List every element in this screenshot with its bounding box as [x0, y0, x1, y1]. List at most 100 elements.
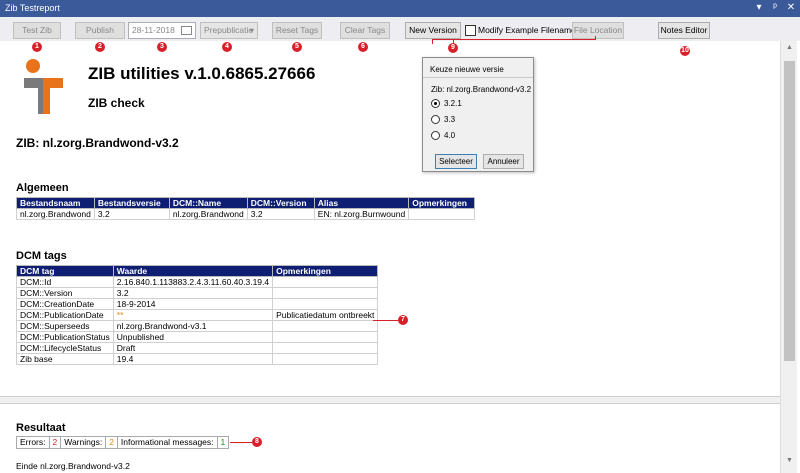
table-cell: DCM::Id — [16, 276, 114, 288]
publication-status-select[interactable]: Prepublicatie ▾ — [200, 22, 258, 39]
table-cell: 3.2 — [112, 287, 274, 299]
version-option-label: 3.2.1 — [444, 99, 462, 108]
table-row: DCM::PublicationDate ** Publicatiedatum … — [16, 309, 379, 321]
column-header: Waarde — [112, 265, 274, 277]
algemeen-table: Bestandsnaam Bestandsversie DCM::Name DC… — [16, 197, 476, 220]
calendar-icon[interactable] — [181, 26, 192, 35]
table-cell: 2.16.840.1.113883.2.4.3.11.60.40.3.19.4 — [112, 276, 274, 288]
dcm-tags-heading: DCM tags — [16, 250, 67, 262]
table-cell — [272, 276, 379, 288]
modify-example-filename-checkbox[interactable] — [465, 25, 476, 36]
table-cell: DCM::LifecycleStatus — [16, 342, 114, 354]
report-title: ZIB utilities v.1.0.6865.27666 — [88, 64, 316, 83]
dialog-title: Keuze nieuwe versie — [430, 65, 504, 74]
publication-date-value: 28-11-2018 — [132, 25, 175, 35]
table-cell: 3.2 — [93, 208, 170, 220]
close-icon[interactable]: ✕ — [784, 1, 798, 15]
table-cell: DCM::CreationDate — [16, 298, 114, 310]
scrollbar-thumb[interactable] — [784, 61, 795, 361]
table-cell: 19.4 — [112, 353, 274, 365]
callout-marker-4: 4 — [222, 42, 232, 52]
callout-marker-9: 9 — [448, 43, 458, 53]
table-cell-warning: ** — [112, 309, 274, 321]
table-row: DCM::Version 3.2 — [16, 287, 379, 299]
algemeen-heading: Algemeen — [16, 182, 69, 194]
table-row: Zib base 19.4 — [16, 353, 379, 365]
window-title: Zib Testreport — [5, 3, 60, 13]
table-cell: DCM::PublicationStatus — [16, 331, 114, 343]
logo-icon — [24, 59, 63, 114]
new-version-dialog: Keuze nieuwe versie Zib: nl.zorg.Brandwo… — [422, 57, 534, 172]
publish-button[interactable]: Publish — [75, 22, 125, 39]
table-row: DCM::LifecycleStatus Draft — [16, 342, 379, 354]
errors-count: 2 — [50, 437, 62, 448]
callout-line — [230, 442, 252, 443]
reset-tags-button[interactable]: Reset Tags — [272, 22, 322, 39]
clear-tags-button[interactable]: Clear Tags — [340, 22, 390, 39]
table-cell: Zib base — [16, 353, 114, 365]
table-cell — [272, 287, 379, 299]
callout-marker-8: 8 — [252, 437, 262, 447]
table-cell — [272, 353, 379, 365]
table-row: DCM::CreationDate 18-9-2014 — [16, 298, 379, 310]
table-cell — [272, 298, 379, 310]
table-cell: nl.zorg.Brandwond — [168, 208, 248, 220]
cancel-button[interactable]: Annuleer — [483, 154, 524, 169]
version-radio-3-3[interactable] — [431, 115, 440, 124]
file-location-button[interactable]: File Location — [572, 22, 624, 39]
scroll-down-icon[interactable]: ▼ — [784, 457, 795, 467]
dialog-separator — [423, 77, 533, 78]
pane-splitter[interactable] — [0, 396, 780, 404]
version-radio-3-2-1[interactable] — [431, 99, 440, 108]
test-zib-button[interactable]: Test Zib — [13, 22, 61, 39]
table-cell: DCM::PublicationDate — [16, 309, 114, 321]
vertical-scrollbar[interactable]: ▲ ▼ — [780, 41, 797, 473]
info-count: 1 — [220, 437, 226, 447]
table-header-row: DCM tag Waarde Opmerkingen — [16, 265, 379, 277]
table-cell: EN: nl.zorg.Burnwound — [313, 208, 410, 220]
pin-icon[interactable]: ᵖ — [768, 1, 782, 15]
callout-line — [373, 320, 398, 321]
notes-editor-button[interactable]: Notes Editor — [658, 22, 710, 39]
scroll-up-icon[interactable]: ▲ — [784, 44, 795, 54]
version-option-label: 3.3 — [444, 115, 456, 124]
table-cell: DCM::Superseeds — [16, 320, 114, 332]
table-row: DCM::Id 2.16.840.1.113883.2.4.3.11.60.40… — [16, 276, 379, 288]
table-cell: Draft — [112, 342, 274, 354]
version-option-label: 4.0 — [444, 131, 456, 140]
publication-date-field[interactable]: 28-11-2018 — [128, 22, 196, 39]
select-button[interactable]: Selecteer — [435, 154, 477, 169]
table-cell: nl.zorg.Brandwond — [16, 208, 95, 220]
table-cell: 18-9-2014 — [112, 298, 274, 310]
end-text: Einde nl.zorg.Brandwond-v3.2 — [16, 461, 130, 471]
column-header: Opmerkingen — [408, 197, 476, 209]
warnings-count: 2 — [106, 437, 118, 448]
dialog-zib-label: Zib: nl.zorg.Brandwond-v3.2 — [431, 85, 532, 94]
callout-marker-10: 10 — [680, 46, 690, 56]
result-summary: Errors: 2 Warnings: 2 Informational mess… — [16, 436, 230, 449]
new-version-button[interactable]: New Version — [405, 22, 461, 39]
table-cell: Unpublished — [112, 331, 274, 343]
errors-label: Errors: — [17, 437, 50, 448]
table-cell: Publicatiedatum ontbreekt — [272, 309, 379, 321]
column-header: Bestandsnaam — [16, 197, 95, 209]
column-header: DCM tag — [16, 265, 114, 277]
column-header: DCM::Name — [168, 197, 248, 209]
callout-marker-7: 7 — [398, 315, 408, 325]
table-row: DCM::Superseeds nl.zorg.Brandwond-v3.1 — [16, 320, 379, 332]
callout-line — [432, 39, 596, 40]
table-cell — [272, 320, 379, 332]
table-cell: nl.zorg.Brandwond-v3.1 — [112, 320, 274, 332]
table-cell: DCM::Version — [16, 287, 114, 299]
column-header: DCM::Version — [246, 197, 315, 209]
dropdown-icon[interactable]: ▾ — [752, 1, 766, 15]
table-cell: 3.2 — [246, 208, 315, 220]
table-cell — [272, 331, 379, 343]
publication-status-value: Prepublicatie — [204, 25, 254, 35]
warnings-label: Warnings: — [61, 437, 107, 448]
table-row: nl.zorg.Brandwond 3.2 nl.zorg.Brandwond … — [16, 208, 476, 220]
version-radio-4-0[interactable] — [431, 131, 440, 140]
table-row: DCM::PublicationStatus Unpublished — [16, 331, 379, 343]
table-cell — [272, 342, 379, 354]
dcm-tags-table: DCM tag Waarde Opmerkingen DCM::Id 2.16.… — [16, 265, 379, 365]
